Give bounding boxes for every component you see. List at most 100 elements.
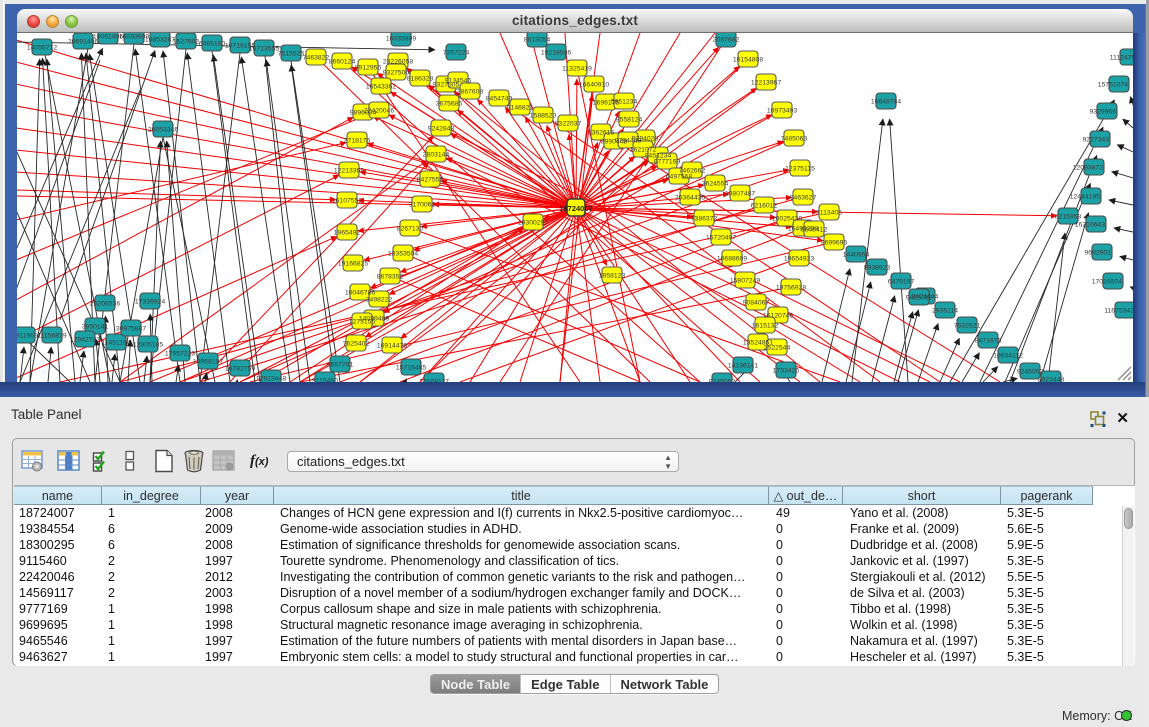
svg-text:8938923: 8938923 <box>864 265 891 272</box>
svg-text:2867608: 2867608 <box>457 89 484 96</box>
svg-text:1615132: 1615132 <box>752 323 779 330</box>
svg-text:14055712: 14055712 <box>27 45 57 52</box>
svg-text:6497568: 6497568 <box>666 174 693 181</box>
svg-text:9657701: 9657701 <box>327 362 354 369</box>
svg-text:9646412: 9646412 <box>801 227 828 234</box>
svg-text:15716485: 15716485 <box>396 365 426 372</box>
svg-text:10973493: 10973493 <box>767 108 797 115</box>
svg-text:1273155: 1273155 <box>349 319 376 326</box>
svg-text:12213967: 12213967 <box>751 80 781 87</box>
svg-text:8267130: 8267130 <box>397 226 424 233</box>
svg-text:16154808: 16154808 <box>733 57 763 64</box>
svg-text:16713555: 16713555 <box>249 46 279 53</box>
svg-text:8660124: 8660124 <box>329 59 356 66</box>
svg-text:8186328: 8186328 <box>407 76 434 83</box>
svg-text:3498222: 3498222 <box>366 297 393 304</box>
svg-text:15807249: 15807249 <box>730 278 760 285</box>
svg-text:7357224: 7357224 <box>443 50 470 57</box>
svg-text:11156829: 11156829 <box>37 333 66 340</box>
svg-text:9794448: 9794448 <box>615 138 642 145</box>
svg-text:8813054: 8813054 <box>524 37 551 44</box>
svg-text:12213369: 12213369 <box>334 168 364 175</box>
svg-text:8471676: 8471676 <box>975 338 1002 345</box>
svg-text:16210643: 16210643 <box>1075 222 1105 229</box>
svg-text:9146821: 9146821 <box>507 105 534 112</box>
svg-text:7485063: 7485063 <box>781 136 808 143</box>
svg-text:23226058: 23226058 <box>383 59 413 66</box>
svg-text:22420046: 22420046 <box>364 108 394 115</box>
svg-text:3113405: 3113405 <box>816 210 842 217</box>
svg-text:6466160: 6466160 <box>199 41 226 48</box>
svg-text:7515526: 7515526 <box>278 51 305 58</box>
svg-text:17957223: 17957223 <box>165 351 195 358</box>
svg-text:12942737: 12942737 <box>70 337 100 344</box>
svg-text:13353504: 13353504 <box>388 251 418 258</box>
svg-text:16914479: 16914479 <box>377 343 407 350</box>
svg-text:17016504: 17016504 <box>1092 279 1122 286</box>
svg-text:2522544: 2522544 <box>764 345 791 352</box>
svg-text:16543362: 16543362 <box>366 84 396 91</box>
svg-text:12093872: 12093872 <box>1073 165 1103 172</box>
svg-text:2935114: 2935114 <box>932 308 958 315</box>
svg-text:16640910: 16640910 <box>579 82 609 89</box>
svg-text:11124753: 11124753 <box>1110 55 1133 62</box>
svg-text:3170061: 3170061 <box>409 202 436 209</box>
svg-text:9327506: 9327506 <box>383 70 410 77</box>
svg-text:7463822: 7463822 <box>303 55 330 62</box>
svg-text:10046786: 10046786 <box>345 290 375 297</box>
svg-text:1588520: 1588520 <box>530 113 557 120</box>
svg-text:11325419: 11325419 <box>562 66 592 73</box>
svg-text:2718176: 2718176 <box>344 138 371 145</box>
svg-text:6479197: 6479197 <box>888 279 915 286</box>
svg-text:9084067: 9084067 <box>743 300 770 307</box>
svg-text:9134546: 9134546 <box>445 78 472 85</box>
svg-text:10807487: 10807487 <box>725 191 755 198</box>
svg-text:12905185: 12905185 <box>133 342 163 349</box>
svg-text:10958107: 10958107 <box>193 359 223 366</box>
svg-text:3911959: 3911959 <box>17 333 38 340</box>
svg-text:15751074: 15751074 <box>1098 82 1128 89</box>
svg-text:9777169: 9777169 <box>654 159 681 166</box>
svg-text:16648784: 16648784 <box>871 99 901 106</box>
svg-text:9699695: 9699695 <box>821 240 848 247</box>
svg-text:16782759: 16782759 <box>225 366 255 373</box>
svg-text:9425052: 9425052 <box>906 295 933 302</box>
svg-text:30975887: 30975887 <box>116 326 146 333</box>
svg-text:7632621: 7632621 <box>954 323 981 330</box>
svg-text:19654923: 19654923 <box>784 256 814 263</box>
svg-text:20364436: 20364436 <box>675 195 705 202</box>
svg-text:16107552: 16107552 <box>332 198 362 205</box>
svg-text:16120746: 16120746 <box>763 313 793 320</box>
svg-text:7386372: 7386372 <box>691 216 718 223</box>
svg-text:10025438: 10025438 <box>772 216 802 223</box>
svg-text:1440954: 1440954 <box>843 252 870 259</box>
svg-text:3675685: 3675685 <box>436 101 463 108</box>
svg-text:2803144: 2803144 <box>423 152 450 159</box>
svg-text:19218506: 19218506 <box>541 50 571 57</box>
svg-text:9692901: 9692901 <box>1085 250 1112 257</box>
svg-text:7625402: 7625402 <box>343 341 370 348</box>
svg-text:19166825: 19166825 <box>338 261 368 268</box>
svg-text:9329966: 9329966 <box>1090 109 1117 116</box>
svg-text:17339924: 17339924 <box>135 299 165 306</box>
svg-text:8678352: 8678352 <box>377 274 404 281</box>
svg-text:14136141: 14136141 <box>728 363 758 370</box>
svg-text:9227343: 9227343 <box>1083 137 1110 144</box>
svg-text:3624554: 3624554 <box>702 181 729 188</box>
svg-text:8215958: 8215958 <box>1055 214 1082 221</box>
svg-text:15720407: 15720407 <box>706 235 736 242</box>
svg-text:7462662: 7462662 <box>679 168 706 175</box>
svg-text:16033809: 16033809 <box>386 36 416 43</box>
svg-text:18724007: 18724007 <box>559 204 592 213</box>
svg-text:12444195: 12444195 <box>1070 194 1100 201</box>
svg-text:8427552: 8427552 <box>417 177 444 184</box>
svg-text:9242848: 9242848 <box>428 126 455 133</box>
svg-text:20053346: 20053346 <box>148 127 178 134</box>
svg-text:1965492: 1965492 <box>334 230 361 237</box>
svg-text:11451194: 11451194 <box>101 340 130 347</box>
svg-text:1527602: 1527602 <box>173 39 200 46</box>
svg-text:2087682: 2087682 <box>713 37 740 44</box>
svg-text:11675342: 11675342 <box>1104 308 1133 315</box>
svg-text:1362615: 1362615 <box>588 130 615 137</box>
svg-text:9558124: 9558124 <box>616 117 643 124</box>
